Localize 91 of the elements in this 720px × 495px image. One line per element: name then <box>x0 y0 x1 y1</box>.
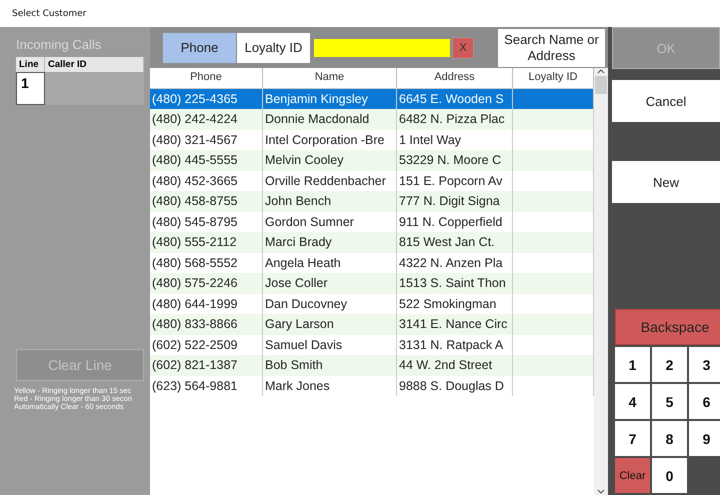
table-cell[interactable]: (480) 555-2112 <box>150 232 263 252</box>
digit-key[interactable]: 1 <box>615 347 650 382</box>
table-cell[interactable] <box>513 170 594 191</box>
table-cell[interactable]: Bob Smith <box>263 355 397 376</box>
table-cell[interactable]: (480) 568-5552 <box>150 252 263 273</box>
table-cell[interactable] <box>513 212 594 232</box>
column-header[interactable]: Phone <box>150 68 263 88</box>
scroll-up-icon[interactable] <box>597 68 605 74</box>
table-cell[interactable]: (480) 225-4365 <box>150 88 263 109</box>
table-cell[interactable]: Benjamin Kingsley <box>263 88 397 109</box>
action-button[interactable]: Cancel <box>612 80 720 122</box>
table-cell[interactable] <box>513 273 594 294</box>
table-cell[interactable] <box>513 130 594 150</box>
table-cell[interactable] <box>513 252 594 273</box>
column-header: Caller ID <box>45 57 144 72</box>
digit-key[interactable]: 0 <box>652 458 687 493</box>
table-cell[interactable]: 815 West Jan Ct. <box>397 232 513 252</box>
scroll-thumb[interactable] <box>595 76 607 94</box>
table-cell[interactable]: Orville Reddenbacher <box>263 170 397 191</box>
table-cell[interactable]: Jose Coller <box>263 273 397 294</box>
incoming-calls-title: Incoming Calls <box>16 37 102 52</box>
table-cell[interactable]: (480) 833-8866 <box>150 314 263 334</box>
backspace-button[interactable]: Backspace <box>615 309 720 345</box>
table-cell[interactable] <box>513 294 594 314</box>
table-cell[interactable] <box>513 109 594 130</box>
table-cell[interactable]: Melvin Cooley <box>263 150 397 170</box>
column-header: Line <box>16 57 45 72</box>
digit-key[interactable]: 9 <box>689 421 720 456</box>
digit-key[interactable]: 4 <box>615 384 650 419</box>
table-cell[interactable]: 1513 S. Saint Thon <box>397 273 513 294</box>
table-cell[interactable]: (480) 321-4567 <box>150 130 263 150</box>
search-name-button[interactable]: Search Name or Address <box>498 28 605 66</box>
digit-key[interactable]: 6 <box>689 384 720 419</box>
table-cell[interactable]: (602) 821-1387 <box>150 355 263 376</box>
table-cell[interactable]: Samuel Davis <box>263 334 397 355</box>
table-cell[interactable]: Marci Brady <box>263 232 397 252</box>
table-cell[interactable]: 9888 S. Douglas D <box>397 376 513 396</box>
table-cell[interactable]: (480) 452-3665 <box>150 170 263 191</box>
table-cell[interactable] <box>513 314 594 334</box>
table-cell[interactable]: 6482 N. Pizza Plac <box>397 109 513 130</box>
search-tab[interactable]: Phone <box>163 32 236 62</box>
table-cell[interactable]: (480) 644-1999 <box>150 294 263 314</box>
line-cell: 1 <box>16 72 45 105</box>
table-cell[interactable]: (623) 564-9881 <box>150 376 263 396</box>
table-cell[interactable]: 151 E. Popcorn Av <box>397 170 513 191</box>
table-cell[interactable]: 3131 N. Ratpack A <box>397 334 513 355</box>
table-cell[interactable]: Donnie Macdonald <box>263 109 397 130</box>
table-cell[interactable]: (480) 458-8755 <box>150 191 263 212</box>
table-cell[interactable]: 522 Smokingman <box>397 294 513 314</box>
table-cell[interactable]: Angela Heath <box>263 252 397 273</box>
scroll-down-icon[interactable] <box>597 489 605 495</box>
table-cell[interactable] <box>513 191 594 212</box>
table-cell[interactable] <box>513 355 594 376</box>
table-cell[interactable]: 3141 E. Nance Circ <box>397 314 513 334</box>
table-cell[interactable] <box>513 150 594 170</box>
table-cell[interactable]: (480) 242-4224 <box>150 109 263 130</box>
table-cell[interactable]: Intel Corporation -Bre <box>263 130 397 150</box>
clear-key[interactable]: Clear <box>615 458 650 493</box>
table-cell[interactable]: 44 W. 2nd Street <box>397 355 513 376</box>
digit-key[interactable]: 3 <box>689 347 720 382</box>
table-cell[interactable]: (602) 522-2509 <box>150 334 263 355</box>
table-cell[interactable]: Gary Larson <box>263 314 397 334</box>
table-cell[interactable] <box>513 334 594 355</box>
scrollbar[interactable] <box>594 68 608 495</box>
table-cell[interactable]: 1 Intel Way <box>397 130 513 150</box>
table-cell[interactable]: Mark Jones <box>263 376 397 396</box>
action-button[interactable]: New <box>612 161 720 203</box>
table-cell[interactable]: 777 N. Digit Signa <box>397 191 513 212</box>
column-header[interactable]: Address <box>397 68 513 88</box>
column-header[interactable]: Loyalty ID <box>513 68 594 88</box>
table-cell[interactable]: 4322 N. Anzen Pla <box>397 252 513 273</box>
table-cell[interactable]: 53229 N. Moore C <box>397 150 513 170</box>
table-cell[interactable]: (480) 575-2246 <box>150 273 263 294</box>
digit-key[interactable]: 5 <box>652 384 687 419</box>
search-tab[interactable]: Loyalty ID <box>237 32 310 62</box>
window-title: Select Customer <box>12 8 86 18</box>
table-cell[interactable]: Gordon Sumner <box>263 212 397 232</box>
digit-key[interactable]: 7 <box>615 421 650 456</box>
table-cell[interactable]: 911 N. Copperfield <box>397 212 513 232</box>
table-cell[interactable]: (480) 545-8795 <box>150 212 263 232</box>
column-header[interactable]: Name <box>263 68 397 88</box>
table-cell[interactable] <box>513 376 594 396</box>
search-field[interactable] <box>313 38 451 58</box>
digit-key[interactable]: 8 <box>652 421 687 456</box>
table-cell[interactable]: (480) 445-5555 <box>150 150 263 170</box>
digit-key[interactable]: 2 <box>652 347 687 382</box>
table-cell[interactable]: Dan Ducovney <box>263 294 397 314</box>
table-cell[interactable] <box>513 88 594 109</box>
table-cell[interactable] <box>513 232 594 252</box>
table-cell[interactable]: 6645 E. Wooden S <box>397 88 513 109</box>
table-cell[interactable]: John Bench <box>263 191 397 212</box>
